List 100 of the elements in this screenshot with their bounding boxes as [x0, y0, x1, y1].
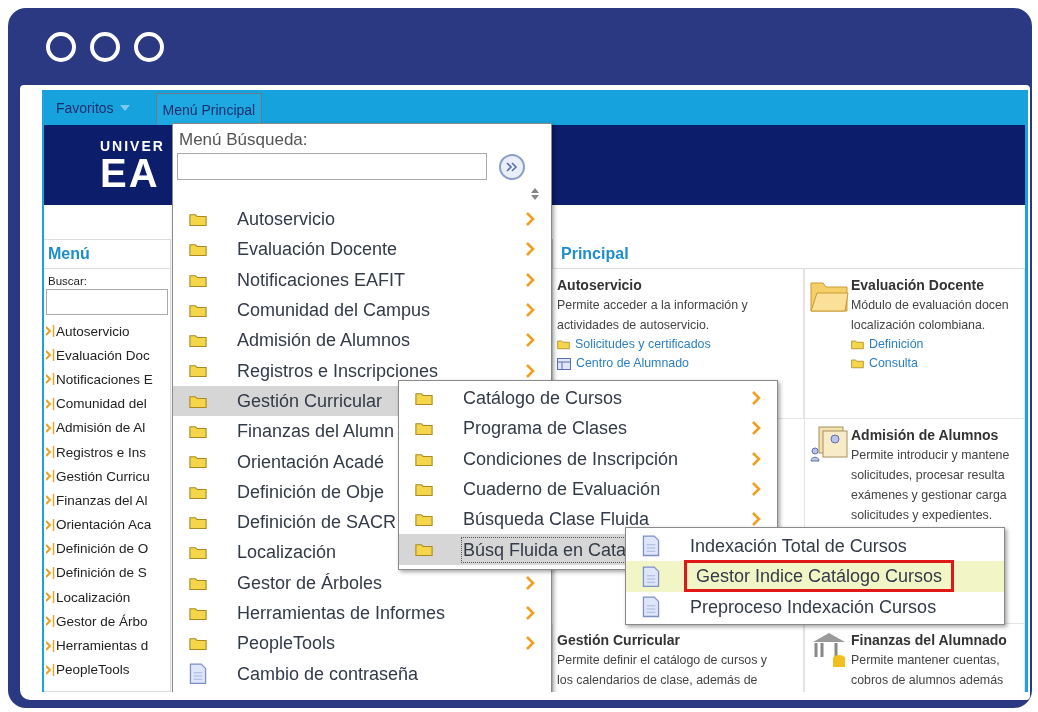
chevron-icon	[46, 469, 55, 484]
menu-item[interactable]: Gestor de Árboles	[173, 567, 551, 598]
card-title[interactable]: Admisión de Alumnos	[851, 425, 1010, 445]
chevron-right-icon	[525, 635, 535, 652]
card-description: Módulo de evaluación docen	[851, 297, 1009, 314]
sidebar-link[interactable]: Gestión Curricu	[56, 468, 150, 484]
folder-icon	[189, 575, 207, 590]
card-description: actividades de autoservicio.	[557, 317, 711, 334]
sidebar-link[interactable]: Notificaciones E	[56, 371, 153, 387]
scroll-icon[interactable]	[531, 188, 539, 200]
chevron-right-icon	[525, 271, 535, 288]
chevron-right-icon	[525, 574, 535, 591]
sidebar-link[interactable]: Gestor de Árbo	[56, 613, 148, 629]
menu-item[interactable]: PeopleTools	[173, 628, 551, 659]
menu-search-field[interactable]	[177, 153, 487, 180]
sidebar-link[interactable]: Finanzas del Al	[56, 492, 148, 508]
folder-icon	[189, 636, 207, 651]
sidebar-link[interactable]: Definición de S	[56, 565, 147, 581]
sidebar-link[interactable]: PeopleTools	[56, 662, 130, 678]
menu-item[interactable]: Preproceso Indexación Cursos	[626, 591, 1004, 622]
sidebar-link[interactable]: Admisión de Al	[56, 420, 146, 436]
search-field[interactable]	[46, 289, 168, 315]
card-title[interactable]: Finanzas del Alumnado	[851, 630, 1007, 650]
sidebar-link[interactable]: Registros e Ins	[56, 444, 147, 460]
folder-icon	[851, 339, 864, 350]
sidebar-link[interactable]: Orientación Aca	[56, 517, 152, 533]
double-chevron-icon	[505, 161, 519, 172]
chevron-icon	[46, 565, 55, 580]
card-description: cobros de alumnos además	[851, 672, 1005, 689]
card-title[interactable]: Autoservicio	[557, 275, 748, 295]
folder-icon	[189, 211, 207, 227]
document-icon	[642, 595, 660, 618]
menu-item[interactable]: Condiciones de Inscripción	[399, 443, 777, 474]
card-description: solicitudes, procesar resulta	[851, 467, 1006, 484]
nav-tab[interactable]: Favoritos	[50, 90, 136, 125]
card-description: localización colombiana.	[851, 317, 987, 334]
chevron-icon	[46, 493, 55, 508]
card-link[interactable]: Definición	[851, 335, 1009, 354]
folder-icon	[189, 363, 207, 378]
document-icon	[642, 565, 660, 588]
chevron-right-icon	[751, 511, 761, 528]
folder-icon	[189, 484, 207, 499]
sidebar-link[interactable]: Localización	[56, 589, 131, 605]
folder-icon	[189, 424, 207, 439]
chevron-icon	[46, 348, 55, 363]
menu-item[interactable]: Registros e Inscripciones	[173, 355, 551, 386]
chevron-icon	[46, 638, 55, 653]
chevron-right-icon	[525, 302, 535, 319]
menu-item[interactable]: Evaluación Docente	[173, 234, 551, 265]
sidebar-link[interactable]: Autoservicio	[56, 323, 130, 339]
chevron-icon	[46, 324, 55, 339]
card-description: solicitudes y expedientes.	[851, 507, 994, 524]
card-description: Permite definir el catálogo de cursos y	[557, 652, 768, 669]
folder-icon	[189, 545, 207, 560]
nav-tab[interactable]: Menú Principal	[155, 93, 263, 125]
menu-item[interactable]: Cuaderno de Evaluación	[399, 473, 777, 505]
folder-icon	[415, 451, 433, 466]
folder-icon	[189, 333, 207, 348]
window-control-icon[interactable]	[134, 31, 164, 62]
chevron-icon	[46, 614, 55, 629]
folder-icon	[415, 421, 433, 436]
menu-item[interactable]: Notificaciones EAFIT	[173, 264, 551, 295]
card-description: los calendarios de clase, además de	[557, 672, 759, 689]
chevron-right-icon	[751, 450, 761, 467]
card-link[interactable]: Consulta	[851, 354, 1009, 373]
menu-item[interactable]: Cambio de contraseña	[173, 658, 551, 689]
chevron-right-icon	[751, 481, 761, 498]
chevron-right-icon	[525, 605, 535, 621]
folder-icon	[189, 454, 207, 469]
folder-icon	[557, 339, 570, 350]
chevron-icon	[46, 590, 55, 605]
menu-item[interactable]: Comunidad del Campus	[173, 294, 551, 326]
window-control-icon[interactable]	[90, 31, 120, 62]
folder-icon	[189, 605, 207, 621]
chevron-icon	[46, 445, 55, 460]
card-title[interactable]: Evaluación Docente	[851, 275, 1009, 295]
search-go-button[interactable]	[499, 153, 525, 180]
menu-item[interactable]: Autoservicio	[173, 204, 551, 235]
chevron-icon	[46, 541, 55, 556]
menu-item[interactable]: Admisión de Alumnos	[173, 325, 551, 356]
sidebar-link[interactable]: Comunidad del	[56, 396, 147, 412]
card-link[interactable]: Centro de Alumnado	[557, 354, 748, 373]
card-title[interactable]: Gestión Curricular	[557, 630, 768, 650]
chevron-right-icon	[525, 241, 535, 258]
card-description: Permite mantener cuentas,	[851, 652, 1001, 669]
menu-item[interactable]: Gestor Indice Catálogo Cursos	[626, 561, 1004, 592]
sidebar-link[interactable]: Herramientas d	[56, 638, 149, 654]
chevron-right-icon	[751, 420, 761, 437]
logo-text: EA	[100, 154, 160, 192]
document-icon	[189, 662, 207, 685]
card-description: exámenes y gestionar carga	[851, 487, 1008, 504]
sidebar-link[interactable]: Definición de O	[56, 541, 149, 557]
window-control-icon[interactable]	[46, 31, 76, 62]
folder-icon	[415, 481, 433, 497]
chevron-icon	[46, 396, 55, 411]
menu-item[interactable]: Herramientas de Informes	[173, 597, 551, 629]
card-link[interactable]: Solicitudes y certificados	[557, 335, 748, 354]
chevron-icon	[46, 662, 55, 677]
sidebar-link[interactable]: Evaluación Doc	[56, 347, 150, 363]
chevron-icon	[46, 420, 55, 435]
